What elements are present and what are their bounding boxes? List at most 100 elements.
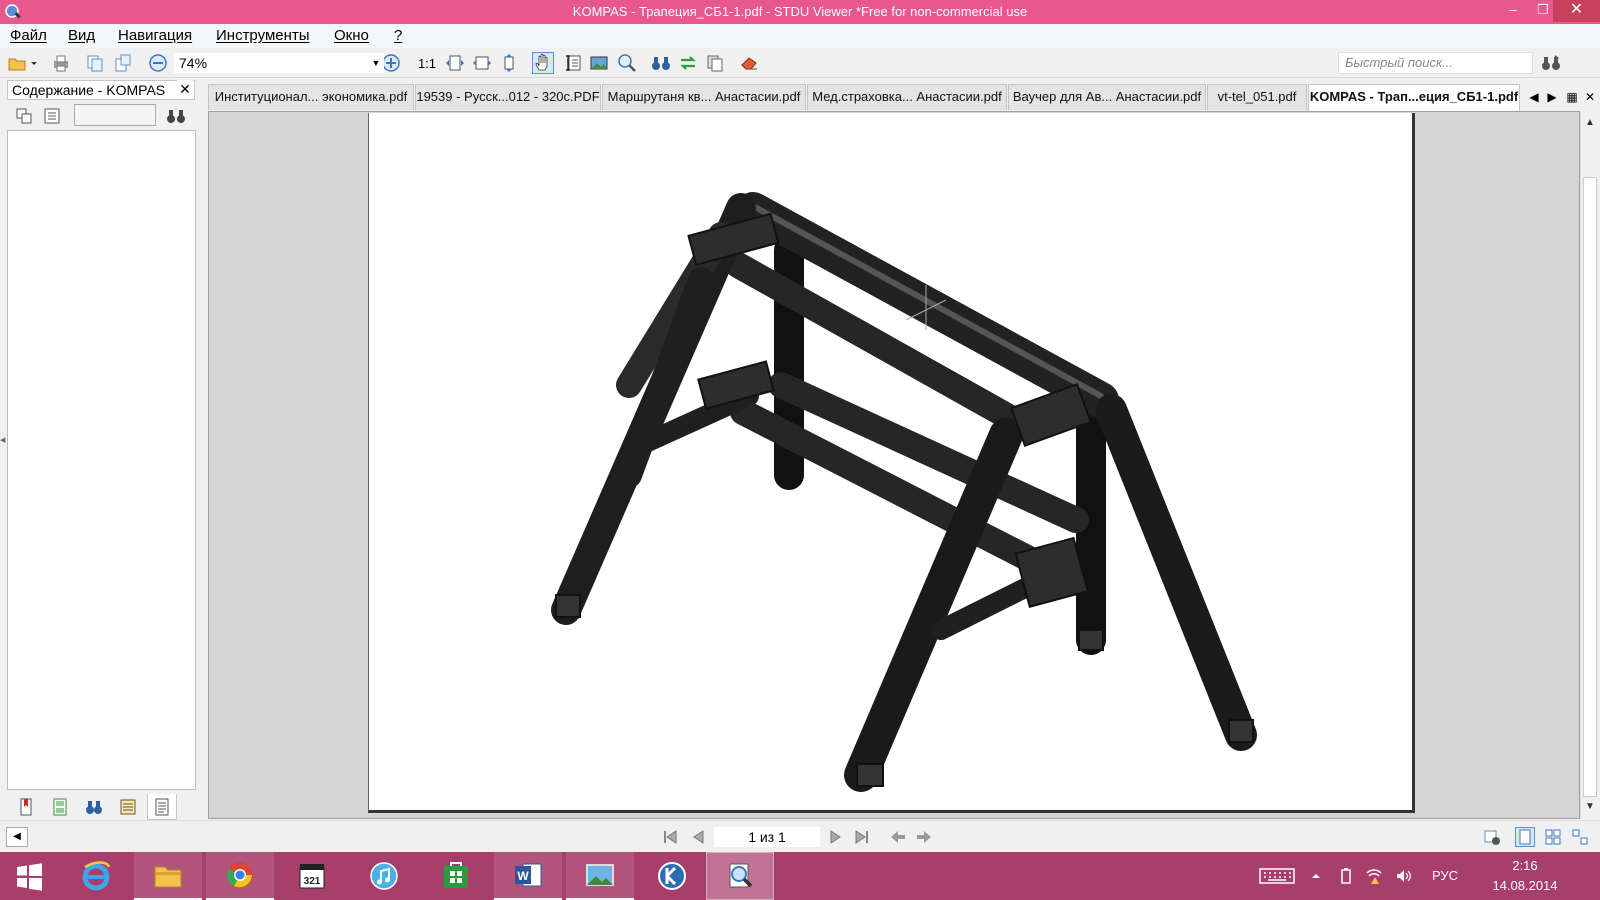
document-tab[interactable]: vt-tel_051.pdf [1207, 84, 1307, 110]
image-select-icon[interactable] [588, 52, 610, 74]
thumbnails-tab-icon[interactable] [45, 794, 75, 820]
vertical-scrollbar[interactable]: ▲ ▼ [1580, 111, 1598, 819]
file-explorer-icon[interactable] [134, 852, 202, 900]
clock-date[interactable]: 14.08.2014 [1484, 878, 1566, 893]
menu-window[interactable]: Окно [334, 27, 369, 44]
zoom-out-icon[interactable] [147, 52, 169, 74]
clock-time[interactable]: 2:16 [1500, 858, 1550, 873]
copy-page-icon[interactable] [84, 52, 106, 74]
open-folder-icon[interactable] [6, 52, 28, 74]
pdf-page[interactable] [368, 113, 1415, 813]
panel-bottom-tabs [7, 794, 196, 820]
last-page-icon[interactable] [852, 827, 872, 847]
internet-explorer-icon[interactable] [62, 852, 130, 900]
export-page-icon[interactable] [112, 52, 134, 74]
magnifier-tool-icon[interactable] [616, 52, 638, 74]
trapezoid-frame-drawing [551, 192, 1257, 792]
hand-tool-icon[interactable] [532, 52, 554, 74]
settings-gear-icon[interactable] [1482, 827, 1502, 847]
panel-splitter-icon[interactable]: ◀ [0, 436, 5, 446]
minimize-button[interactable]: – [1498, 0, 1528, 22]
page-indicator[interactable]: 1 из 1 [714, 827, 820, 847]
close-button[interactable]: ✕ [1553, 0, 1600, 22]
eraser-icon[interactable] [738, 52, 760, 74]
toggle-left-panel-icon[interactable]: ◀ [6, 827, 28, 847]
fit-page-icon[interactable] [444, 52, 466, 74]
document-tab[interactable]: Мед.страховка... Анастасии.pdf [807, 84, 1007, 110]
annotations-tab-icon[interactable] [113, 794, 143, 820]
contents-tab-icon[interactable] [147, 794, 177, 820]
print-icon[interactable] [50, 52, 72, 74]
contents-search-input[interactable] [74, 104, 156, 126]
status-bar: ◀ 1 из 1 [0, 820, 1600, 852]
tab-scroll-left-icon[interactable]: ◀ [1526, 88, 1542, 106]
show-hidden-icons-icon[interactable] [1306, 866, 1326, 886]
first-page-icon[interactable] [660, 827, 680, 847]
zoom-combobox[interactable]: 74% [174, 53, 384, 73]
fit-height-icon[interactable] [498, 52, 520, 74]
scroll-down-icon[interactable]: ▼ [1584, 801, 1596, 815]
contents-tree[interactable] [7, 130, 196, 790]
input-language-indicator[interactable]: РУС [1432, 868, 1458, 883]
history-back-icon[interactable] [888, 827, 908, 847]
continuous-view-icon[interactable] [1543, 827, 1563, 847]
menu-navigation[interactable]: Навигация [118, 27, 192, 44]
menu-view[interactable]: Вид [68, 27, 95, 44]
network-warning-icon[interactable] [1364, 866, 1384, 886]
media-player-classic-icon[interactable]: 321 [278, 852, 346, 900]
menu-file[interactable]: Файл [10, 27, 47, 44]
actual-size-button[interactable]: 1:1 [416, 52, 438, 74]
contents-panel-close-button[interactable]: ✕ [177, 80, 193, 98]
open-dropdown-icon[interactable] [28, 52, 40, 74]
microsoft-word-icon[interactable]: W [494, 852, 562, 900]
next-page-icon[interactable] [826, 827, 846, 847]
find-next-icon[interactable] [1540, 52, 1562, 74]
history-forward-icon[interactable] [914, 827, 934, 847]
contents-panel: Содержание - KOMPAS ✕ [0, 78, 200, 820]
menu-bar: Файл Вид Навигация Инструменты Окно ? [0, 24, 1600, 48]
single-page-view-icon[interactable] [1515, 827, 1535, 847]
window-title: KOMPAS - Трапеция_СБ1-1.pdf - STDU Viewe… [572, 4, 1028, 19]
document-tab-active[interactable]: KOMPAS - Трап...еция_СБ1-1.pdf [1308, 84, 1520, 111]
document-tab[interactable]: Маршрутаня кв... Анастасии.pdf [602, 84, 806, 110]
search-tab-icon[interactable] [79, 794, 109, 820]
quick-search-input[interactable]: Быстрый поиск... [1338, 52, 1533, 74]
swap-arrows-icon[interactable] [677, 52, 699, 74]
facing-view-icon[interactable] [1570, 827, 1590, 847]
volume-icon[interactable] [1394, 866, 1414, 886]
previous-page-icon[interactable] [688, 827, 708, 847]
touch-keyboard-icon[interactable] [1258, 866, 1296, 886]
google-chrome-icon[interactable] [206, 852, 274, 900]
expand-all-icon[interactable] [14, 106, 34, 126]
find-binoculars-icon[interactable] [650, 52, 672, 74]
tab-list-icon[interactable]: ▦ [1564, 88, 1580, 106]
document-tab[interactable]: Институционал... экономика.pdf [208, 84, 414, 110]
windows-start-icon[interactable] [0, 852, 58, 900]
collapse-all-icon[interactable] [42, 106, 62, 126]
contents-panel-tab[interactable]: Содержание - KOMPAS [7, 80, 195, 100]
svg-text:321: 321 [304, 876, 321, 887]
kompas-3d-icon[interactable] [638, 852, 706, 900]
windows-taskbar: 321 W РУС 2:16 14.08.2014 [0, 852, 1600, 900]
battery-icon[interactable] [1336, 866, 1356, 886]
photo-viewer-icon[interactable] [566, 852, 634, 900]
contents-find-icon[interactable] [166, 106, 186, 126]
document-tab[interactable]: Ваучер для Ав... Анастасии.pdf [1008, 84, 1206, 110]
document-tabs: Институционал... экономика.pdf 19539 - Р… [208, 84, 1600, 111]
itunes-icon[interactable] [350, 852, 418, 900]
document-tab[interactable]: 19539 - Русск...012 - 320с.PDF [415, 84, 601, 110]
text-select-icon[interactable] [562, 52, 584, 74]
bookmarks-tab-icon[interactable] [11, 794, 41, 820]
svg-text:W: W [517, 869, 529, 883]
copy-icon[interactable] [704, 52, 726, 74]
scroll-up-icon[interactable]: ▲ [1584, 117, 1596, 131]
scroll-thumb[interactable] [1583, 177, 1597, 797]
close-tab-icon[interactable]: ✕ [1582, 88, 1598, 106]
stdu-viewer-taskbar-icon[interactable] [706, 852, 774, 900]
tab-scroll-right-icon[interactable]: ▶ [1544, 88, 1560, 106]
fit-width-icon[interactable] [471, 52, 493, 74]
windows-store-icon[interactable] [422, 852, 490, 900]
menu-help[interactable]: ? [394, 27, 402, 44]
menu-tools[interactable]: Инструменты [216, 27, 310, 44]
zoom-dropdown-arrow-icon[interactable]: ▼ [368, 53, 384, 73]
